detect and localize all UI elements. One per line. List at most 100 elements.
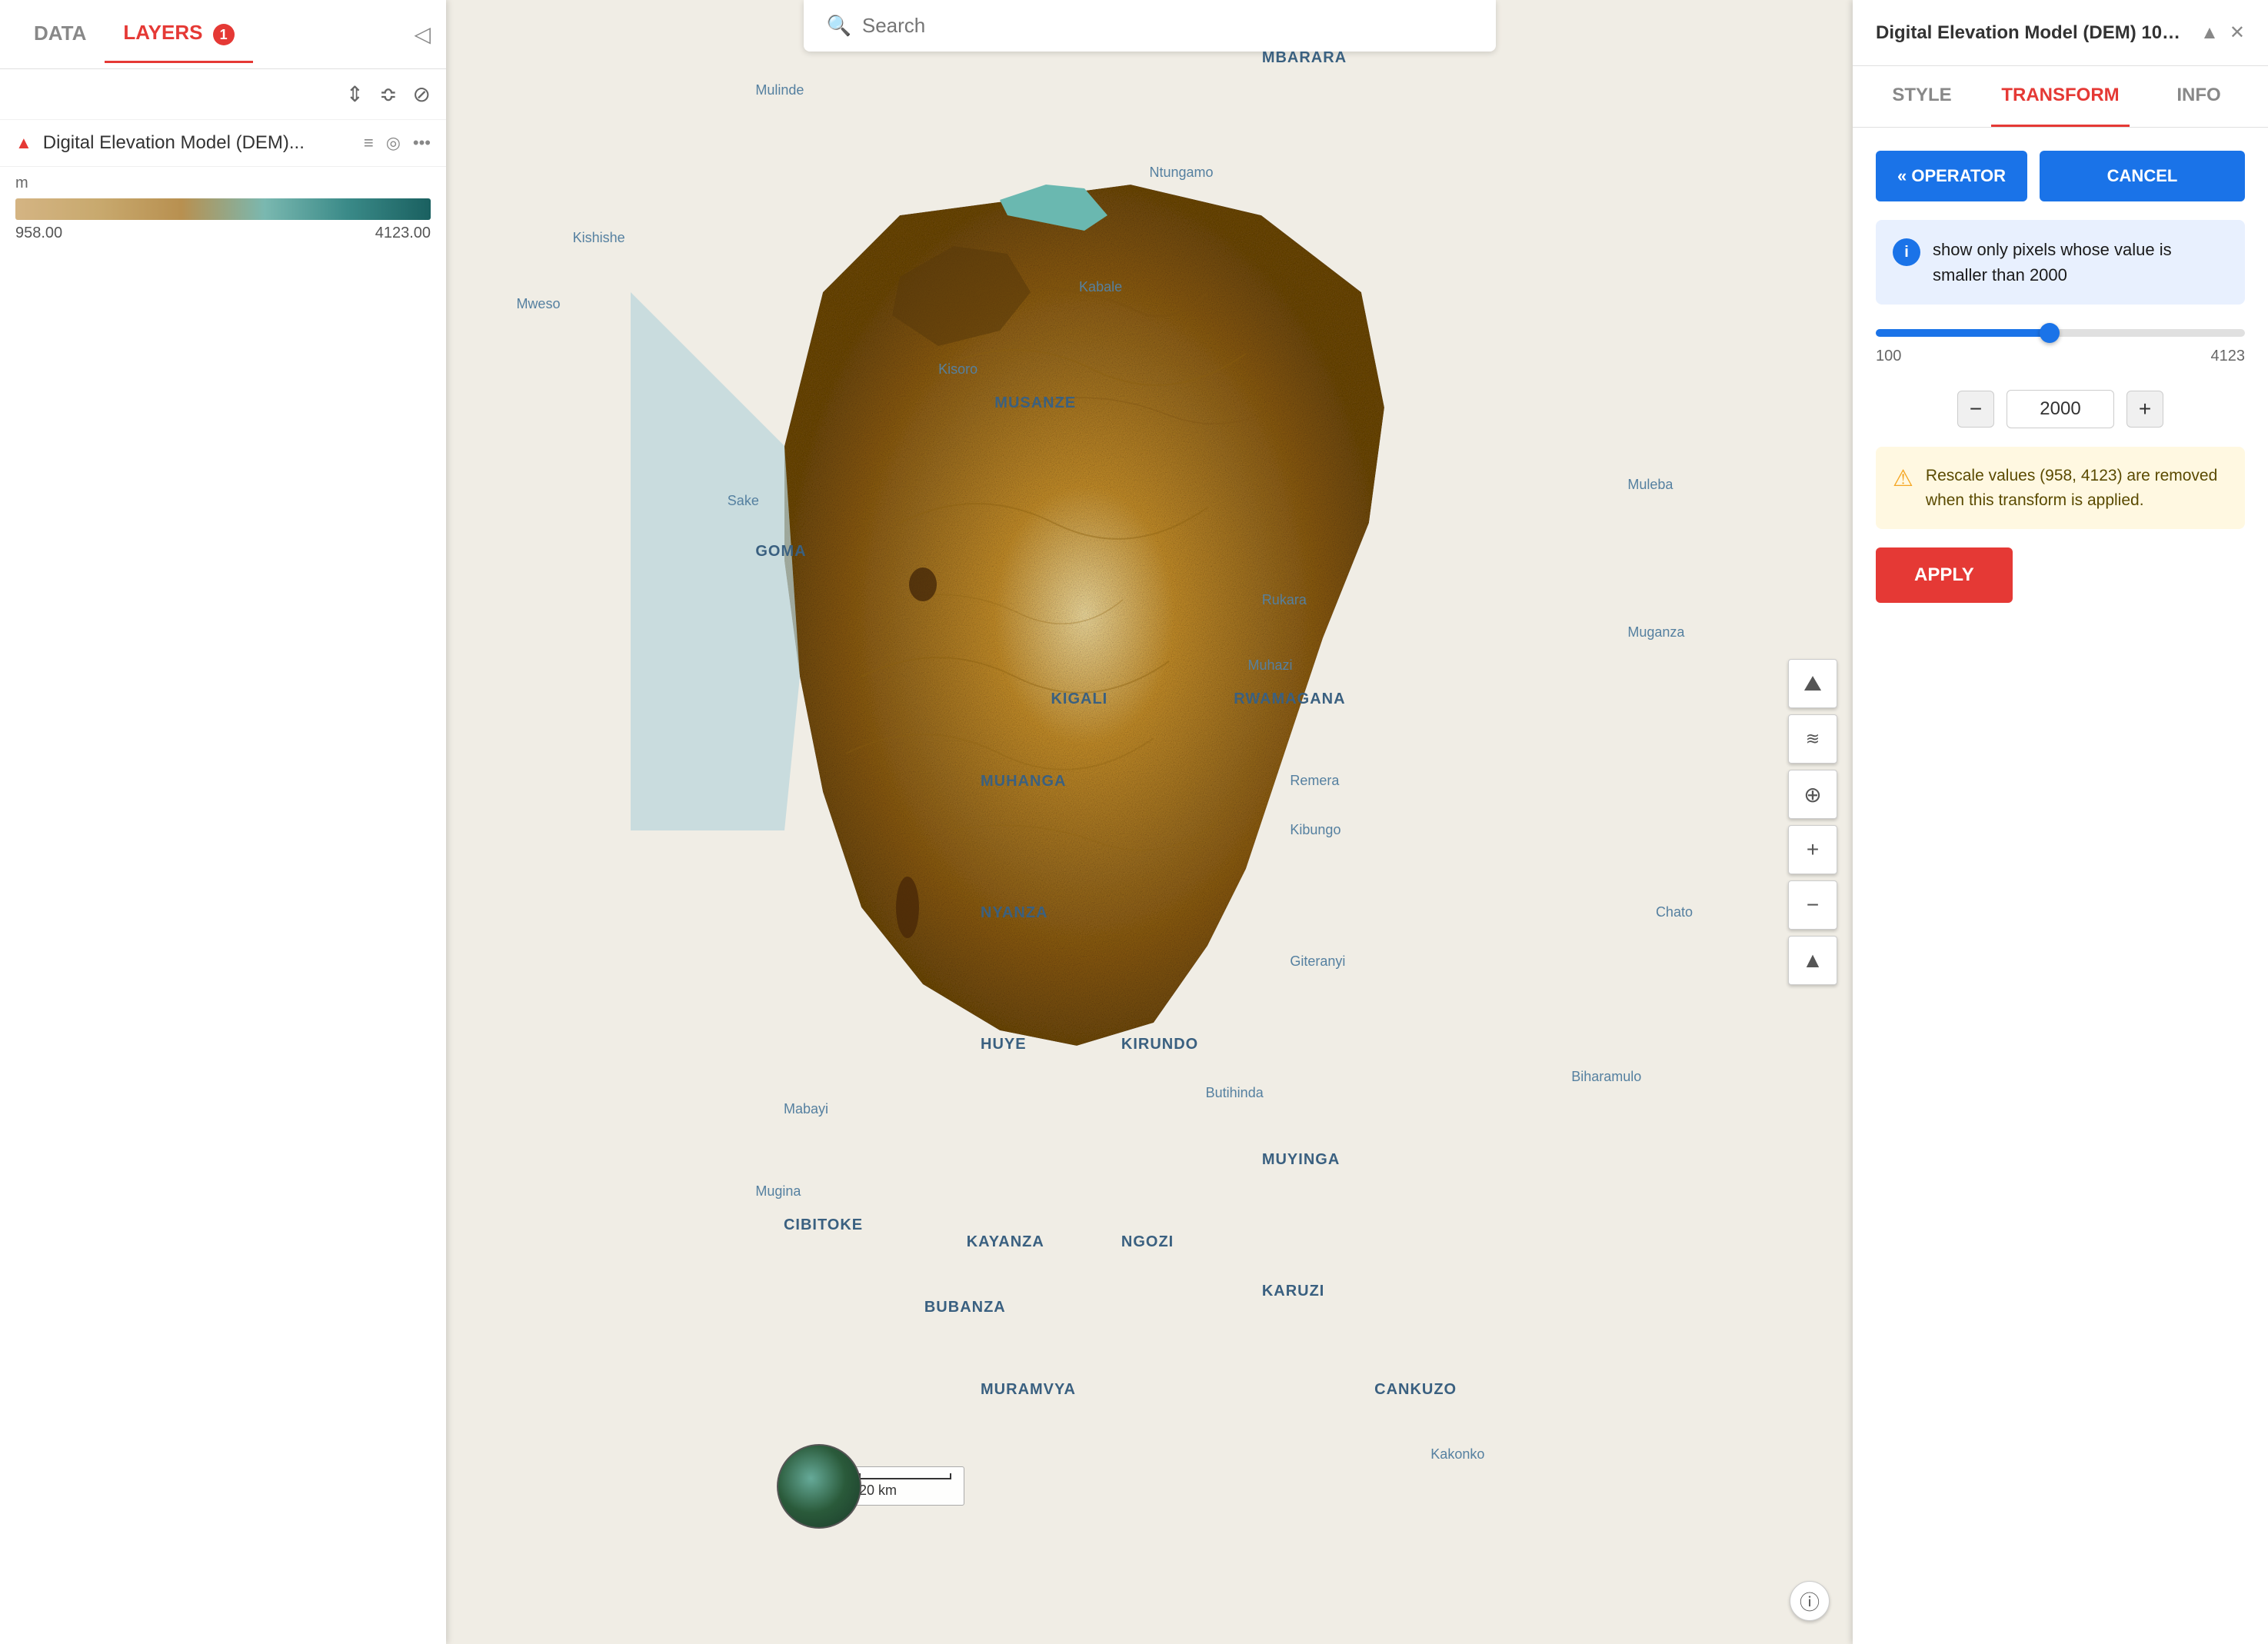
cancel-button[interactable]: CANCEL [2040,151,2245,201]
map-city-label: KIGALI [1051,691,1107,708]
map-city-label: CIBITOKE [784,1216,863,1234]
scale-label: 20 km [859,1483,897,1498]
value-input-row: − + [1876,390,2245,428]
warning-message-text: Rescale values (958, 4123) are removed w… [1926,464,2228,512]
close-panel-icon[interactable]: ✕ [2230,22,2245,44]
panel-title: Digital Elevation Model (DEM) 10m Res... [1876,22,2190,44]
map-city-label: KARUZI [1262,1283,1325,1300]
map-city-label: HUYE [981,1036,1027,1053]
info-message-box: i show only pixels whose value is smalle… [1876,220,2245,305]
warning-icon: ⚠ [1893,465,1913,492]
terrain-lines-button[interactable]: ≋ [1788,714,1837,764]
map-city-label: Kisoro [938,361,977,378]
layer-more-icon[interactable]: ••• [413,133,431,153]
layer-toolbar: ⇕ ≎ ⊘ [0,69,446,120]
map-area[interactable]: 🔍 MBARARAMulindeNtungamoKishisheMwesoKab… [446,0,1853,1644]
map-city-label: Sake [728,493,759,509]
map-city-label: Giteranyi [1290,953,1345,970]
map-city-label: MURAMVYA [981,1381,1076,1399]
layer-item: ▲ Digital Elevation Model (DEM)... ≡ ◎ •… [0,120,446,167]
tab-transform[interactable]: TRANSFORM [1991,66,2130,127]
scale-bar: 20 km [846,1466,964,1506]
map-city-label: Mweso [516,296,560,312]
map-city-label: Ntungamo [1150,165,1214,181]
layer-settings-icon[interactable]: ≡ [364,133,374,153]
map-city-label: Kabale [1079,279,1122,295]
map-city-label: Rukara [1262,592,1307,608]
map-city-label: Butihinda [1206,1085,1264,1101]
slider-min-label: 100 [1876,348,1901,365]
right-panel-tabs: STYLE TRANSFORM INFO [1853,66,2268,128]
tab-info[interactable]: INFO [2130,66,2268,127]
slider-fill [1876,329,2050,337]
operator-cancel-row: « OPERATOR CANCEL [1876,151,2245,201]
slider-thumb[interactable] [2040,323,2060,343]
operator-button[interactable]: « OPERATOR [1876,151,2027,201]
layer-expand-icon[interactable]: ▲ [15,133,32,153]
left-panel: DATA LAYERS 1 ◁ ⇕ ≎ ⊘ ▲ Digital Elevatio… [0,0,446,1644]
left-panel-tabs: DATA LAYERS 1 ◁ [0,0,446,69]
layer-actions: ≡ ◎ ••• [364,133,431,153]
map-city-label: Kibungo [1290,822,1340,838]
apply-button[interactable]: APPLY [1876,547,2013,603]
right-panel-body: « OPERATOR CANCEL i show only pixels who… [1853,128,2268,1644]
slider-track [1876,329,2245,337]
map-city-label: NYANZA [981,904,1048,922]
zoom-in-button[interactable]: + [1788,825,1837,874]
rwanda-shape [784,185,1384,1046]
compass-button[interactable]: ▲ [1788,936,1837,985]
location-button[interactable]: ⊕ [1788,770,1837,819]
threshold-value-input[interactable] [2007,390,2114,428]
map-info-button[interactable]: ⓘ [1790,1581,1830,1621]
tab-style[interactable]: STYLE [1853,66,1991,127]
map-controls: ⛰ ≋ ⊕ + − ▲ [1788,659,1837,985]
map-city-label: Muleba [1627,477,1673,493]
map-city-label: Mugina [755,1183,801,1200]
globe-preview[interactable] [777,1444,861,1529]
search-bar: 🔍 [804,0,1496,52]
map-city-label: Kishishe [573,230,625,246]
map-city-label: MUYINGA [1262,1151,1340,1169]
map-city-label: MUSANZE [994,394,1076,412]
map-city-label: KIRUNDO [1121,1036,1198,1053]
legend-min-value: 958.00 [15,225,62,242]
tab-layers[interactable]: LAYERS 1 [105,5,252,64]
slider-max-label: 4123 [2211,348,2246,365]
search-input[interactable] [862,14,1170,38]
terrain-overlay [631,62,1630,1330]
right-panel-header: Digital Elevation Model (DEM) 10m Res...… [1853,0,2268,66]
sort-icon[interactable]: ⇕ [346,82,364,107]
map-city-label: CANKUZO [1374,1381,1457,1399]
info-message-text: show only pixels whose value is smaller … [1933,237,2228,288]
map-city-label: Remera [1290,773,1339,789]
map-city-label: Biharamulo [1571,1069,1641,1085]
map-city-label: Chato [1656,904,1693,920]
increment-button[interactable]: + [2126,391,2163,428]
minimize-icon[interactable]: ▲ [2200,22,2219,44]
zoom-out-button[interactable]: − [1788,880,1837,930]
decrement-button[interactable]: − [1957,391,1994,428]
map-city-label: GOMA [755,543,806,561]
terrain-button[interactable]: ⛰ [1788,659,1837,708]
app-container: DATA LAYERS 1 ◁ ⇕ ≎ ⊘ ▲ Digital Elevatio… [0,0,2268,1644]
info-icon: i [1893,238,1920,266]
map-city-label: RWAMAGANA [1234,691,1345,708]
map-city-label: BUBANZA [924,1299,1006,1316]
collapse-panel-button[interactable]: ◁ [414,22,431,47]
filter-icon[interactable]: ≎ [379,82,397,107]
map-city-label: Mabayi [784,1101,828,1117]
map-city-label: MUHANGA [981,773,1066,790]
map-city-label: KAYANZA [967,1233,1044,1251]
layer-visibility-icon[interactable]: ◎ [386,133,401,153]
legend-color-bar [15,198,431,220]
layer-name-label: Digital Elevation Model (DEM)... [43,132,353,154]
slider-labels: 100 4123 [1876,348,2245,365]
map-city-label: Muhazi [1248,657,1293,674]
tab-data[interactable]: DATA [15,6,105,63]
map-city-label: NGOZI [1121,1233,1174,1251]
map-city-label: MBARARA [1262,49,1347,67]
hide-icon[interactable]: ⊘ [413,82,431,107]
threshold-slider-container: 100 4123 [1876,323,2245,371]
layers-badge: 1 [213,24,235,45]
map-city-label: Muganza [1627,624,1684,641]
